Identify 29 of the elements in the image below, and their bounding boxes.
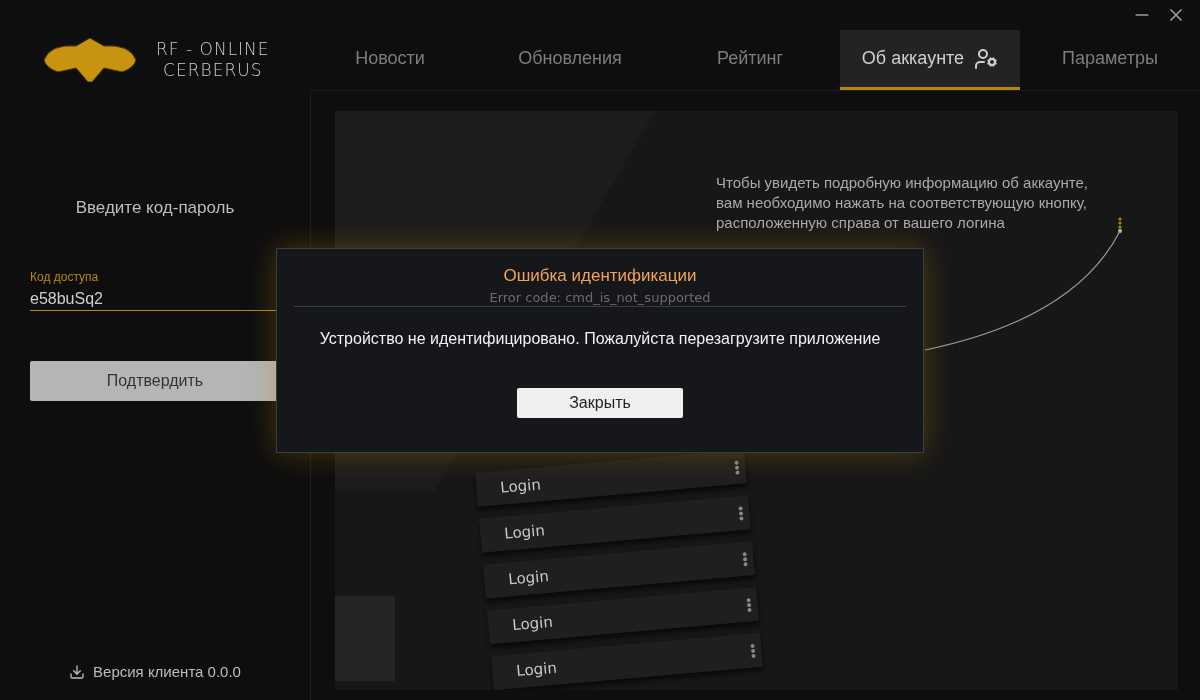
- dialog-message: Устройство не идентифицировано. Пожалуйста перезагрузите приложение: [319, 330, 881, 348]
- nav-tab[interactable]: Обновления: [480, 30, 660, 90]
- dialog-title: Ошибка идентификации: [503, 266, 697, 286]
- nav-tab[interactable]: Рейтинг: [660, 30, 840, 90]
- vertical-dots-icon: [737, 505, 745, 521]
- nav-tab[interactable]: Об аккаунте: [840, 30, 1020, 90]
- login-text: Login: [515, 658, 558, 681]
- error-code: Error code: cmd_is_not_supported: [489, 290, 711, 305]
- nav-tab[interactable]: Новости: [300, 30, 480, 90]
- heading: Введите код-пароль: [74, 198, 236, 218]
- version-text: Версия клиента 0.0.0: [93, 663, 241, 680]
- hint-text: Чтобы увидеть подробную информацию об аккаунте, вам необходимо нажать на соответствующую кнопку, расположенную справа от вашего логина: [716, 173, 1090, 233]
- user-gear-icon: [974, 46, 999, 71]
- vertical-dots-icon: [733, 459, 741, 475]
- login-text: Login: [503, 521, 546, 543]
- download-icon: [69, 663, 86, 680]
- vertical-dots-icon: [1118, 217, 1122, 229]
- vertical-dots-icon: [741, 551, 749, 567]
- brand-name: RF - ONLINE: [156, 39, 270, 60]
- vertical-dots-icon: [749, 642, 757, 659]
- brand-name: CERBERUS: [163, 60, 263, 81]
- nav-tab[interactable]: Параметры: [1020, 30, 1200, 90]
- login-text: Login: [507, 567, 550, 589]
- vertical-dots-icon: [745, 596, 753, 613]
- close-button[interactable]: Закрыть: [517, 388, 683, 418]
- login-text: Login: [511, 612, 554, 635]
- field-label: Код доступа: [30, 270, 100, 284]
- input-field[interactable]: e58buSq2: [30, 290, 280, 308]
- login-text: Login: [499, 475, 542, 497]
